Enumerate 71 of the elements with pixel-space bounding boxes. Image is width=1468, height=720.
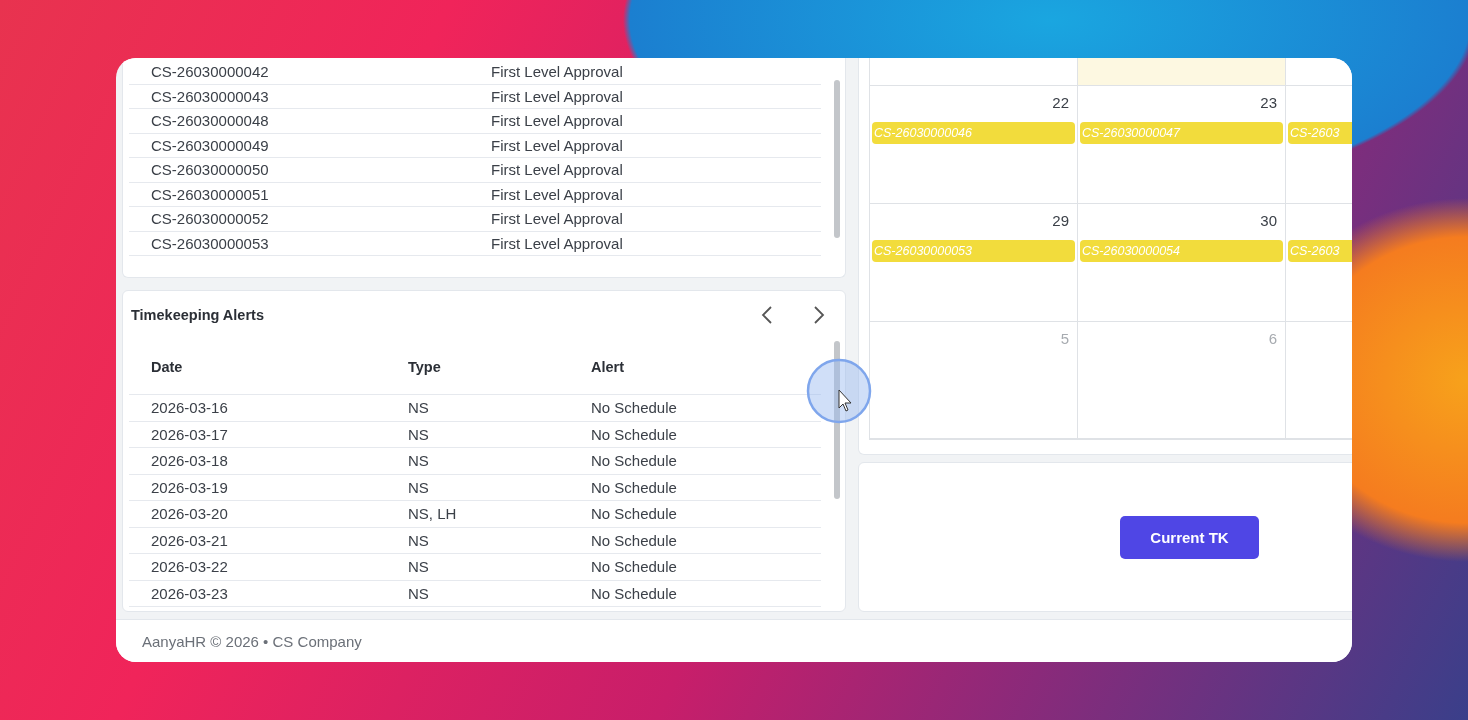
table-cell: No Schedule — [591, 399, 677, 417]
table-cell-text: 2026-03-16 — [150, 399, 229, 417]
scrollbar-thumb[interactable] — [834, 341, 840, 499]
column-header: Date — [150, 358, 184, 375]
calendar-cell[interactable]: 5 — [870, 322, 1078, 439]
calendar-cell[interactable]: 23 CS-26030000047 — [1078, 86, 1286, 204]
table-cell-text: NS — [408, 399, 430, 417]
table-cell-text: NS — [408, 584, 430, 602]
table-cell: No Schedule — [591, 478, 677, 496]
table-cell-text: NS — [408, 452, 430, 470]
event-chip[interactable]: CS-2603 — [1288, 122, 1352, 144]
table-cell-text: NS — [408, 478, 430, 496]
footer-text: AanyaHR © 2026 • CS Company — [142, 632, 362, 650]
scrollbar-thumb[interactable] — [834, 80, 840, 238]
table-cell-text: NS, LH — [408, 505, 458, 523]
table-cell: No Schedule — [591, 531, 677, 549]
panel-title: Timekeeping Alerts — [131, 307, 265, 323]
request-id: CS-26030000051 — [150, 185, 270, 203]
table-cell-text: 2026-03-21 — [150, 531, 229, 549]
event-chip[interactable]: CS-26030000046 — [872, 122, 1075, 144]
table-cell-text: NS — [408, 531, 430, 549]
day-number: 30 — [1260, 211, 1278, 230]
request-id: CS-26030000048 — [150, 112, 270, 130]
event-chip[interactable]: CS-2603 — [1288, 240, 1352, 262]
approval-status: First Level Approval — [491, 136, 623, 154]
table-cell: No Schedule — [591, 584, 677, 602]
table-cell: No Schedule — [591, 452, 677, 470]
request-id: CS-26030000053 — [150, 234, 270, 252]
calendar-cell[interactable]: 6 — [1078, 322, 1286, 439]
table-cell: No Schedule — [591, 558, 677, 576]
table-cell-text: 2026-03-22 — [150, 558, 229, 576]
calendar-cell[interactable]: 29 CS-26030000053 — [870, 204, 1078, 322]
column-header: Alert — [591, 358, 625, 375]
calendar-cell[interactable] — [1078, 58, 1286, 86]
table-cell-text: NS — [408, 425, 430, 443]
event-chip[interactable]: CS-26030000054 — [1080, 240, 1283, 262]
request-id: CS-26030000052 — [150, 210, 270, 228]
calendar-cell[interactable]: 22 CS-26030000046 — [870, 86, 1078, 204]
table-cell-text: 2026-03-20 — [150, 505, 229, 523]
day-number: 5 — [1060, 329, 1070, 348]
request-id: CS-26030000050 — [150, 161, 270, 179]
table-cell-text: 2026-03-19 — [150, 478, 229, 496]
table-cell-text: NS — [408, 558, 430, 576]
day-number: 29 — [1052, 211, 1070, 230]
approval-status: First Level Approval — [491, 112, 623, 130]
table-cell: No Schedule — [591, 505, 677, 523]
current-tk-button[interactable]: Current TK — [1120, 515, 1259, 559]
approval-status: First Level Approval — [491, 185, 623, 203]
table-cell: No Schedule — [591, 425, 677, 443]
approval-status: First Level Approval — [491, 210, 623, 228]
chevron-right-icon — [813, 305, 825, 325]
approval-status: First Level Approval — [491, 87, 623, 105]
event-chip[interactable]: CS-26030000053 — [872, 240, 1075, 262]
calendar-cell[interactable]: CS-2603 — [1286, 204, 1352, 322]
chevron-left-icon — [761, 305, 773, 325]
column-header: Type — [408, 358, 442, 375]
day-number: 6 — [1268, 329, 1278, 348]
request-id: CS-26030000049 — [150, 136, 270, 154]
event-chip[interactable]: CS-26030000047 — [1080, 122, 1283, 144]
approval-status: First Level Approval — [491, 63, 623, 81]
calendar-cell[interactable]: CS-2603 — [1286, 86, 1352, 204]
table-cell-text: 2026-03-23 — [150, 584, 229, 602]
approval-status: First Level Approval — [491, 161, 623, 179]
day-number: 22 — [1052, 93, 1070, 112]
request-id: CS-26030000043 — [150, 87, 270, 105]
table-cell-text: 2026-03-18 — [150, 452, 229, 470]
request-id: CS-26030000042 — [150, 63, 270, 81]
table-cell-text: 2026-03-17 — [150, 425, 229, 443]
approval-status: First Level Approval — [491, 234, 623, 252]
calendar-cell[interactable]: 30 CS-26030000054 — [1078, 204, 1286, 322]
day-number: 23 — [1260, 93, 1278, 112]
